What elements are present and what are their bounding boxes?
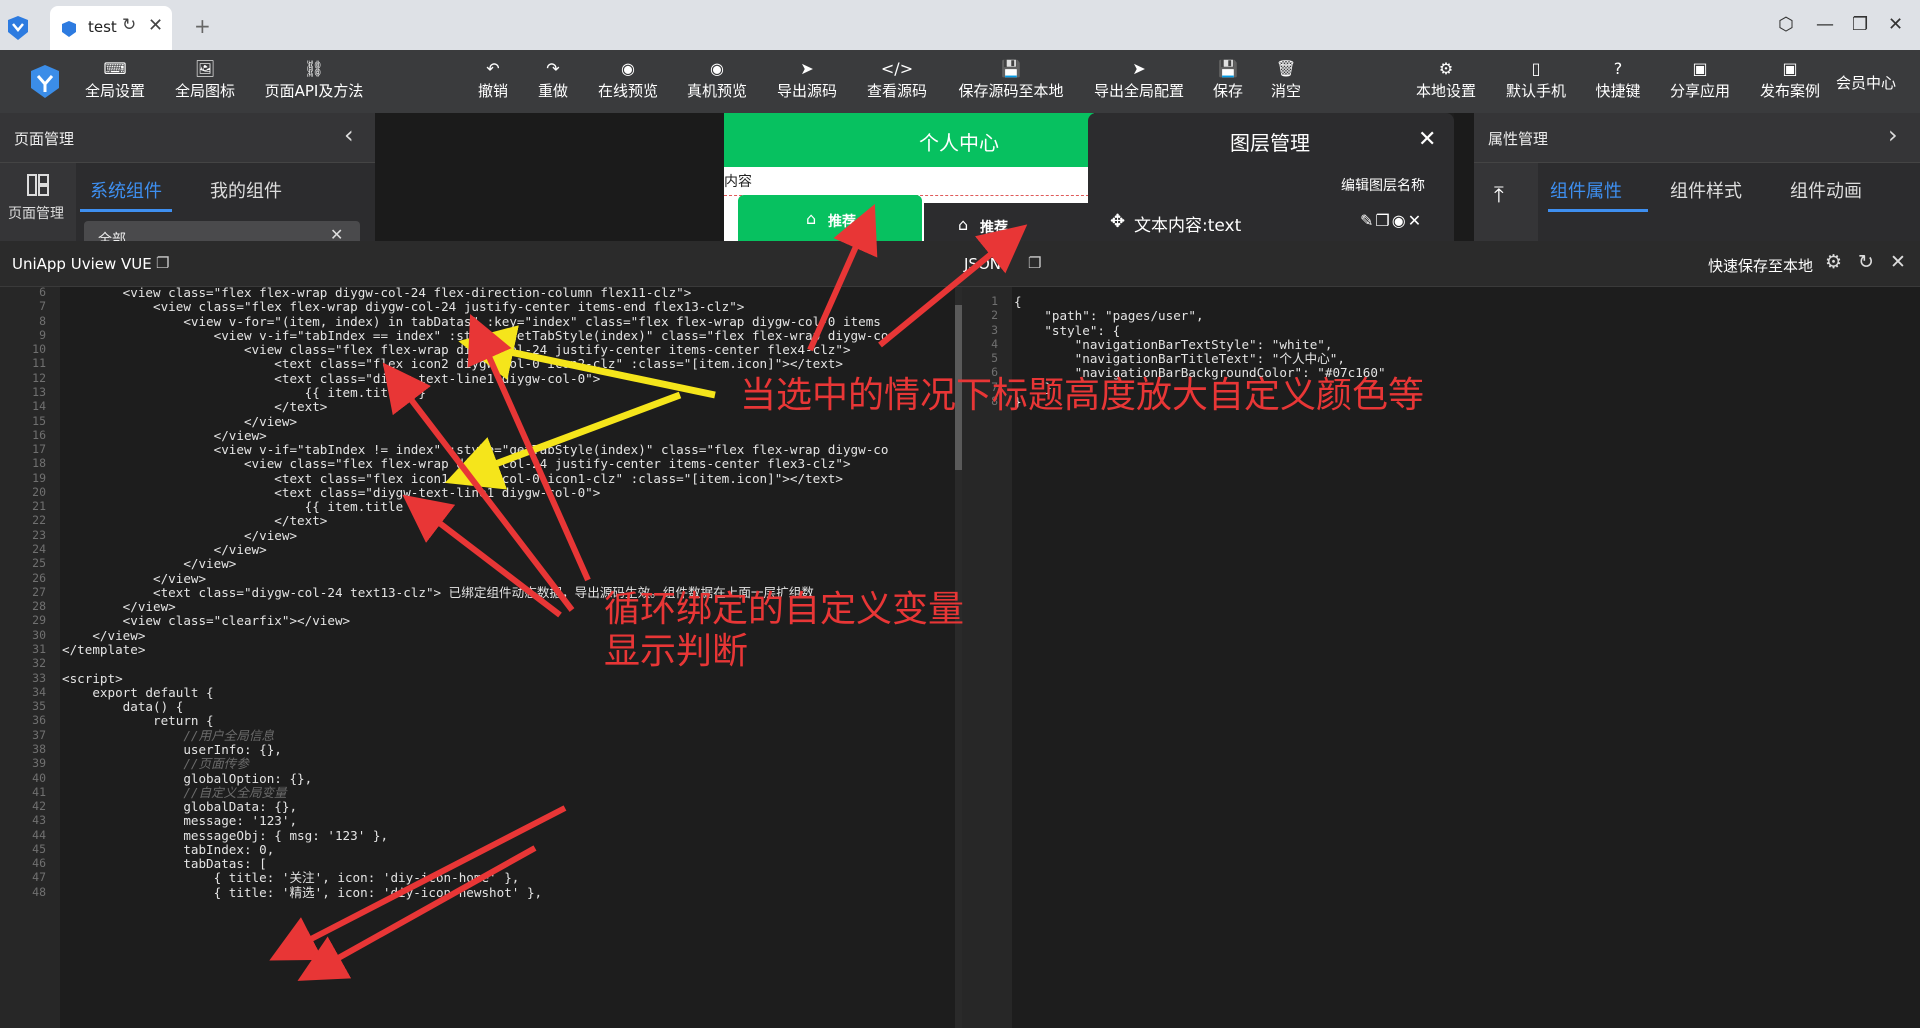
arrow-to-phone-tab — [807, 204, 878, 352]
annotation-arrows — [269, 204, 1028, 981]
arrow-to-vif1 — [382, 362, 575, 612]
arrow-to-tabindex — [269, 805, 567, 961]
arrow-to-tabdatas — [297, 845, 537, 981]
annotation-selected-style: 当选中的情况下标题高度放大自定义颜色等 — [740, 375, 1425, 416]
arrow-to-line9 — [458, 325, 716, 399]
annotation-display-condition: 显示判断 — [604, 631, 749, 672]
arrow-to-line17 — [444, 391, 682, 490]
arrow-to-phone-tab2 — [878, 224, 1028, 348]
arrow-to-vif2 — [402, 494, 562, 618]
